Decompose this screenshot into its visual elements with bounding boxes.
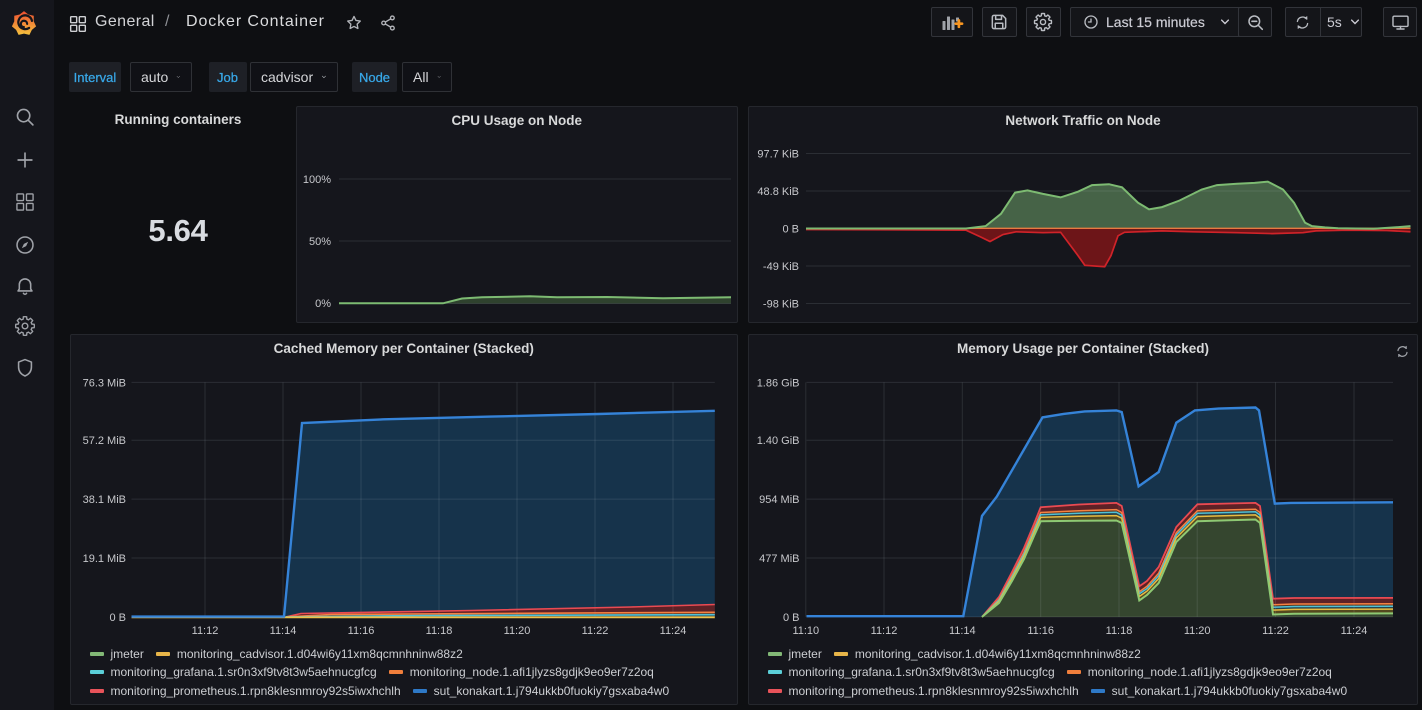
svg-text:11:24: 11:24 (1341, 625, 1368, 637)
svg-text:57.2 MiB: 57.2 MiB (83, 435, 126, 447)
svg-text:1.86 GiB: 1.86 GiB (757, 377, 800, 389)
svg-text:38.1 MiB: 38.1 MiB (83, 494, 126, 506)
svg-text:97.7 KiB: 97.7 KiB (757, 149, 799, 161)
svg-text:11:22: 11:22 (1262, 625, 1289, 637)
svg-text:11:14: 11:14 (949, 625, 976, 637)
svg-text:11:12: 11:12 (871, 625, 898, 637)
svg-text:11:16: 11:16 (348, 625, 375, 637)
svg-text:11:22: 11:22 (582, 625, 609, 637)
svg-text:477 MiB: 477 MiB (759, 553, 799, 565)
svg-text:11:20: 11:20 (504, 625, 531, 637)
svg-text:1.40 GiB: 1.40 GiB (757, 435, 800, 447)
svg-text:19.1 MiB: 19.1 MiB (83, 553, 126, 565)
svg-text:0 B: 0 B (109, 612, 126, 624)
svg-text:11:20: 11:20 (1184, 625, 1211, 637)
svg-text:11:12: 11:12 (192, 625, 219, 637)
svg-text:76.3 MiB: 76.3 MiB (83, 377, 126, 389)
svg-text:11:16: 11:16 (1027, 625, 1054, 637)
svg-text:100%: 100% (303, 174, 331, 186)
svg-text:-49 KiB: -49 KiB (763, 261, 799, 273)
svg-text:954 MiB: 954 MiB (759, 494, 799, 506)
svg-text:-98 KiB: -98 KiB (763, 299, 799, 311)
svg-text:50%: 50% (309, 236, 331, 248)
svg-text:0 B: 0 B (783, 612, 800, 624)
svg-text:48.8 KiB: 48.8 KiB (757, 186, 799, 198)
svg-text:11:24: 11:24 (660, 625, 687, 637)
svg-text:0 B: 0 B (782, 224, 799, 236)
svg-text:11:10: 11:10 (792, 625, 819, 637)
svg-text:0%: 0% (315, 298, 331, 310)
svg-text:11:18: 11:18 (426, 625, 453, 637)
svg-text:11:18: 11:18 (1106, 625, 1133, 637)
svg-text:11:14: 11:14 (270, 625, 297, 637)
